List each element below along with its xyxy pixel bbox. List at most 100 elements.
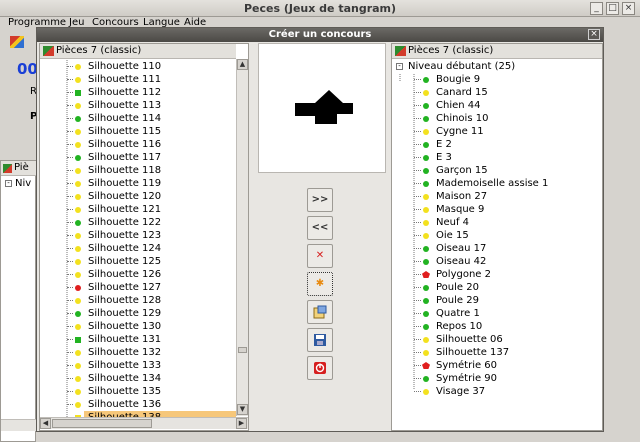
remove-button[interactable]: << — [307, 216, 333, 240]
list-item[interactable]: Silhouette 114 — [88, 112, 161, 125]
left-vscroll[interactable]: ▲ ▼ — [236, 59, 248, 416]
list-item[interactable]: Visage 37 — [436, 385, 485, 398]
list-item[interactable]: Silhouette 113 — [88, 99, 161, 112]
list-item[interactable]: Garçon 15 — [436, 164, 488, 177]
scroll-up-icon[interactable]: ▲ — [237, 59, 248, 70]
list-item[interactable]: Silhouette 115 — [88, 125, 161, 138]
status-marker-icon — [423, 285, 429, 291]
status-marker-icon — [423, 337, 429, 343]
tree-branch-line — [414, 261, 421, 262]
list-item[interactable]: Silhouette 119 — [88, 177, 161, 190]
toolbar-icon[interactable] — [10, 36, 24, 48]
tree-guide-lines — [66, 60, 68, 417]
list-item[interactable]: Silhouette 116 — [88, 138, 161, 151]
list-item[interactable]: Chinois 10 — [436, 112, 488, 125]
list-item[interactable]: Oiseau 17 — [436, 242, 486, 255]
list-item[interactable]: Silhouette 133 — [88, 359, 161, 372]
list-item[interactable]: Bougie 9 — [436, 73, 480, 86]
list-item[interactable]: Silhouette 129 — [88, 307, 161, 320]
list-item[interactable]: Silhouette 127 — [88, 281, 161, 294]
maximize-button[interactable]: □ — [606, 2, 619, 15]
scroll-left-icon[interactable]: ◀ — [40, 418, 51, 429]
list-item[interactable]: E 2 — [436, 138, 452, 151]
left-panel-header: Pièces 7 (classic) — [40, 44, 236, 59]
list-item[interactable]: Mademoiselle assise 1 — [436, 177, 548, 190]
tree-branch-line — [414, 118, 421, 119]
left-hscroll[interactable]: ◀ ▶ — [40, 417, 248, 429]
list-item[interactable]: Silhouette 132 — [88, 346, 161, 359]
new-button[interactable]: ✱ — [307, 272, 333, 296]
list-item[interactable]: Silhouette 06 — [436, 333, 503, 346]
scroll-thumb[interactable] — [238, 347, 247, 353]
list-item[interactable]: Neuf 4 — [436, 216, 469, 229]
quit-button[interactable] — [307, 356, 333, 380]
list-item[interactable]: Silhouette 118 — [88, 164, 161, 177]
level-group-label[interactable]: Niveau débutant (25) — [408, 60, 515, 73]
save-button[interactable] — [307, 328, 333, 352]
list-item[interactable]: Silhouette 137 — [436, 346, 509, 359]
status-marker-icon — [75, 272, 81, 278]
status-marker-icon — [423, 116, 429, 122]
list-item[interactable]: Maison 27 — [436, 190, 487, 203]
list-item[interactable]: Canard 15 — [436, 86, 488, 99]
add-button[interactable]: >> — [307, 188, 333, 212]
tree-branch-line — [414, 300, 421, 301]
delete-button[interactable]: ✕ — [307, 244, 333, 268]
status-marker-icon — [75, 285, 81, 291]
main-hscroll[interactable] — [1, 419, 37, 431]
list-item[interactable]: Silhouette 131 — [88, 333, 161, 346]
scroll-down-icon[interactable]: ▼ — [237, 404, 248, 415]
status-marker-icon — [423, 168, 429, 174]
list-item[interactable]: Symétrie 90 — [436, 372, 497, 385]
list-item[interactable]: Silhouette 123 — [88, 229, 161, 242]
list-item[interactable]: Silhouette 110 — [88, 60, 161, 73]
list-item[interactable]: Silhouette 120 — [88, 190, 161, 203]
list-item[interactable]: Silhouette 125 — [88, 255, 161, 268]
close-button[interactable]: × — [622, 2, 635, 15]
list-item[interactable]: Poule 29 — [436, 294, 479, 307]
tree-branch-line — [414, 391, 421, 392]
list-item[interactable]: Silhouette 112 — [88, 86, 161, 99]
list-item[interactable]: Silhouette 134 — [88, 372, 161, 385]
list-item[interactable]: Polygone 2 — [436, 268, 491, 281]
status-marker-icon — [423, 259, 429, 265]
list-item[interactable]: Masque 9 — [436, 203, 484, 216]
status-marker-icon — [75, 402, 81, 408]
window-titlebar: Peces (Jeux de tangram) _ □ × — [0, 0, 640, 17]
list-item[interactable]: Silhouette 111 — [88, 73, 161, 86]
list-item[interactable]: Silhouette 135 — [88, 385, 161, 398]
minimize-button[interactable]: _ — [590, 2, 603, 15]
list-item[interactable]: Silhouette 117 — [88, 151, 161, 164]
list-item[interactable]: Repos 10 — [436, 320, 482, 333]
list-item[interactable]: Silhouette 128 — [88, 294, 161, 307]
left-tree-list[interactable]: Silhouette 110 Silhouette 111 Silhouette 1… — [40, 60, 236, 417]
available-pieces-panel: Pièces 7 (classic) Silhouette 110 Silhoue… — [39, 43, 249, 431]
list-item[interactable]: Chien 44 — [436, 99, 481, 112]
status-marker-icon — [423, 324, 429, 330]
list-item[interactable]: Oie 15 — [436, 229, 469, 242]
tree-fragment: Niv — [15, 178, 32, 189]
scroll-right-icon[interactable]: ▶ — [236, 418, 247, 429]
list-item[interactable]: Silhouette 124 — [88, 242, 161, 255]
open-button[interactable] — [307, 300, 333, 324]
tree-branch-line — [67, 365, 73, 366]
list-item[interactable]: Silhouette 130 — [88, 320, 161, 333]
list-item[interactable]: Cygne 11 — [436, 125, 484, 138]
list-item[interactable]: Symétrie 60 — [436, 359, 497, 372]
tree-collapse-icon[interactable]: - — [5, 180, 12, 187]
tree-branch-line — [67, 144, 73, 145]
list-item[interactable]: E 3 — [436, 151, 452, 164]
tree-collapse-icon[interactable]: - — [396, 63, 403, 70]
right-tree-list[interactable]: - Niveau débutant (25) Bougie 9 Canard 15… — [392, 60, 602, 430]
hscroll-thumb[interactable] — [52, 419, 152, 428]
list-item[interactable]: Silhouette 136 — [88, 398, 161, 411]
list-item[interactable]: Oiseau 42 — [436, 255, 486, 268]
list-item[interactable]: Poule 20 — [436, 281, 479, 294]
list-item[interactable]: Silhouette 121 — [88, 203, 161, 216]
list-item[interactable]: Quatre 1 — [436, 307, 480, 320]
list-item[interactable]: Silhouette 122 — [88, 216, 161, 229]
list-item[interactable]: Silhouette 126 — [88, 268, 161, 281]
status-marker-icon — [75, 259, 81, 265]
dialog-close-button[interactable]: × — [588, 29, 600, 40]
tree-branch-line — [414, 131, 421, 132]
